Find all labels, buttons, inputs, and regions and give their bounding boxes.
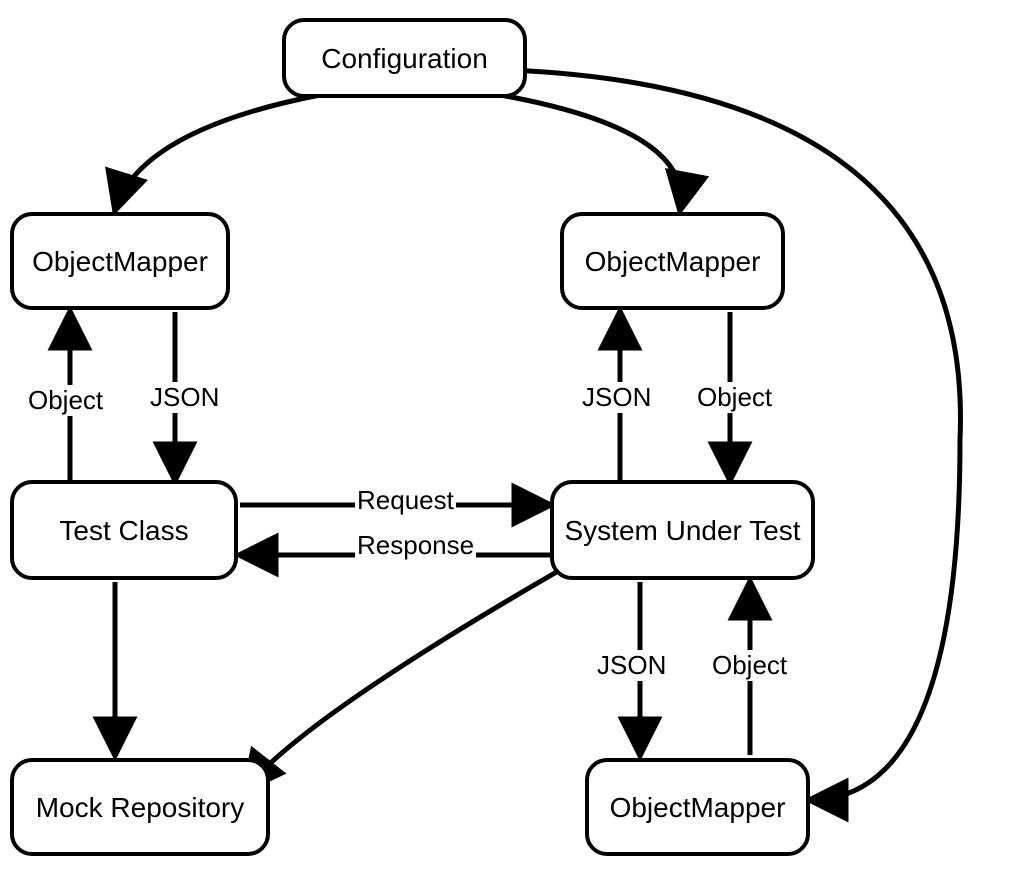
node-objectmapper-left: ObjectMapper: [10, 212, 230, 310]
label-response: Response: [355, 530, 476, 561]
label-json-right: JSON: [580, 382, 653, 413]
node-configuration: Configuration: [282, 18, 527, 98]
node-objectmapper-bottom: ObjectMapper: [585, 758, 810, 856]
label-request: Request: [355, 485, 456, 516]
diagram-connectors: [0, 0, 1024, 880]
label-object-bottom: Object: [710, 650, 789, 681]
label-object-left: Object: [26, 385, 105, 416]
label-json-left: JSON: [148, 382, 221, 413]
node-system-under-test: System Under Test: [550, 480, 815, 580]
node-test-class: Test Class: [10, 480, 238, 580]
label-object-right: Object: [695, 382, 774, 413]
node-objectmapper-right: ObjectMapper: [560, 212, 785, 310]
label-json-bottom: JSON: [595, 650, 668, 681]
node-mock-repository: Mock Repository: [10, 758, 270, 856]
